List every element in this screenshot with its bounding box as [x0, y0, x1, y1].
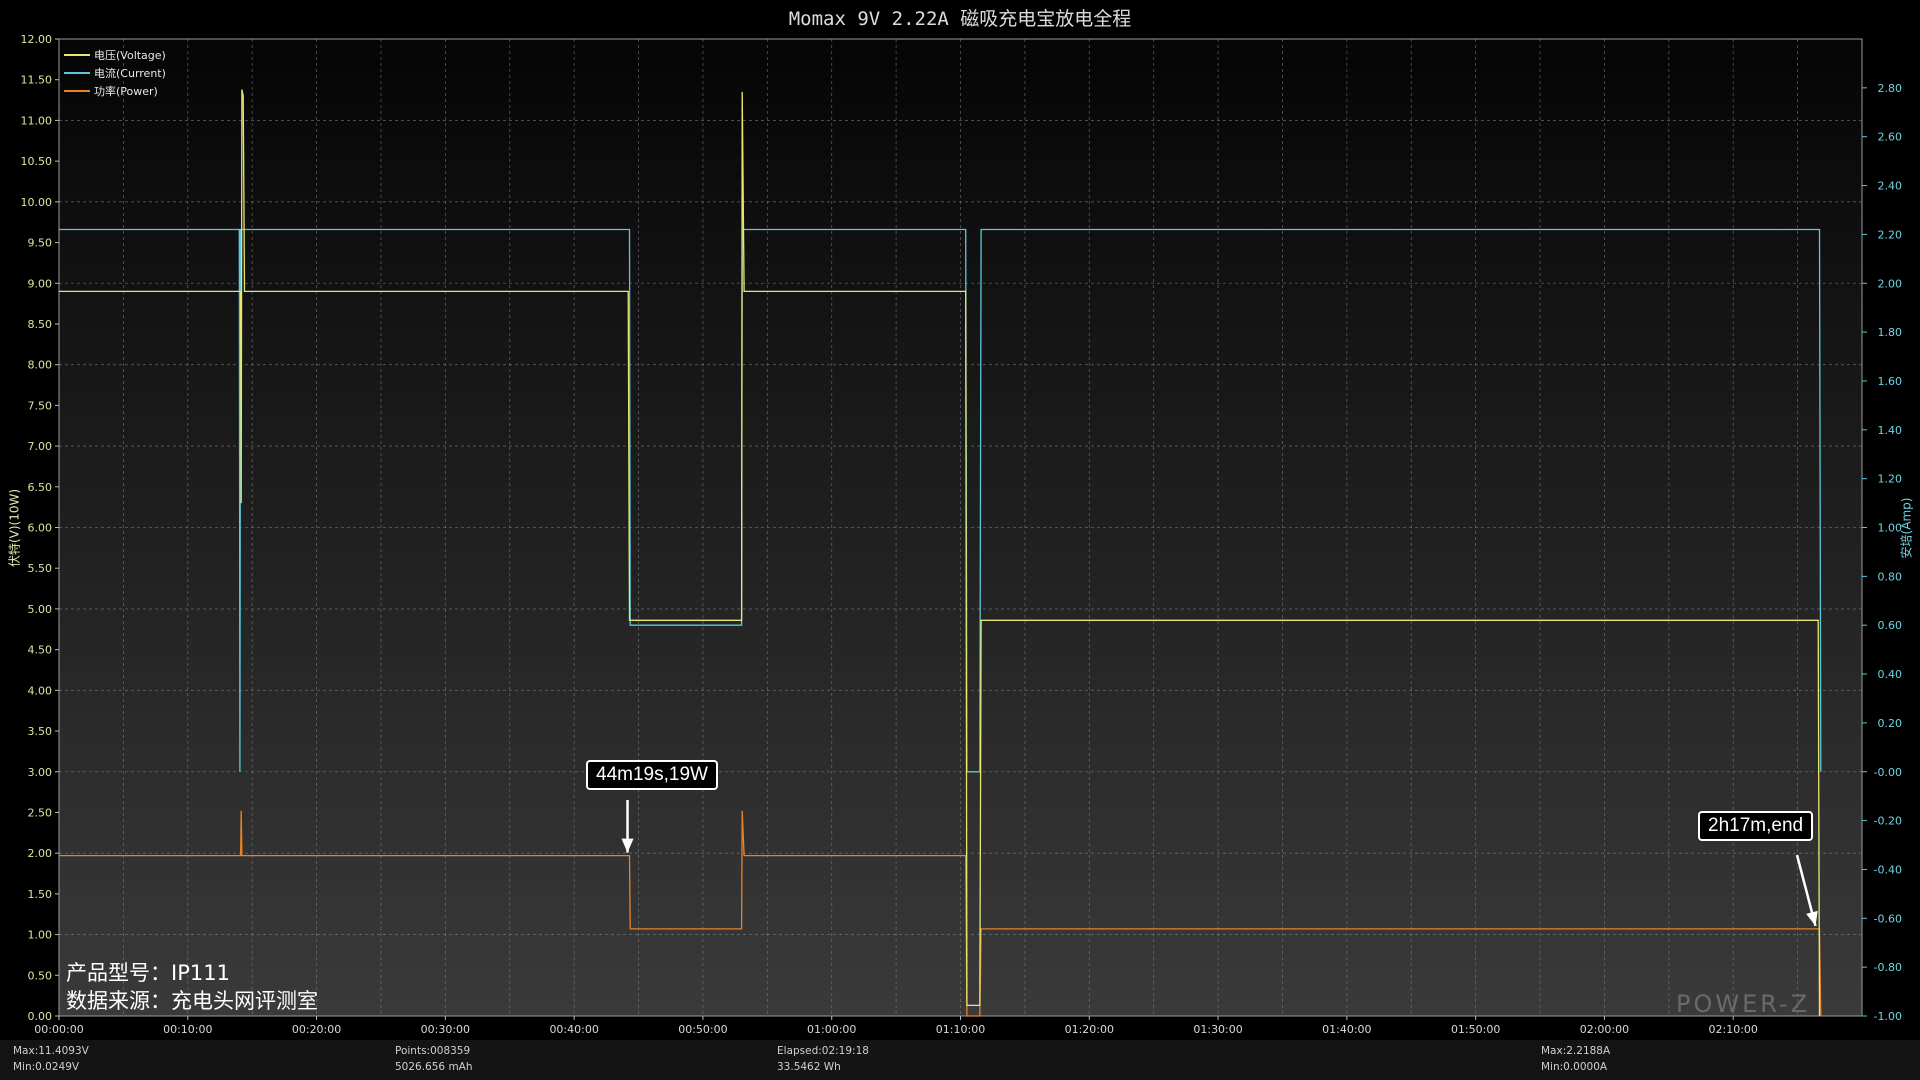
y-right-tick-label: 1.40 — [1878, 424, 1903, 437]
x-tick-label: 02:00:00 — [1580, 1023, 1629, 1036]
stat-elapsed: Elapsed:02:19:18 — [777, 1045, 869, 1057]
y-right-tick-label: 2.80 — [1878, 82, 1903, 95]
stat-points: Points:008359 — [395, 1045, 471, 1057]
power-z-watermark: POWER-Z — [1676, 990, 1811, 1018]
status-bar: Max:11.4093V Min:0.0249V Points:008359 5… — [0, 1040, 1920, 1080]
x-tick-label: 01:10:00 — [936, 1023, 985, 1036]
y-left-tick-label: 1.50 — [28, 888, 53, 901]
y-left-tick-label: 0.00 — [28, 1010, 53, 1023]
y-right-tick-label: -1.00 — [1874, 1010, 1902, 1023]
y-right-tick-label: -0.40 — [1874, 863, 1902, 876]
y-left-tick-label: 7.50 — [28, 399, 53, 412]
y-right-tick-label: 0.20 — [1878, 717, 1903, 730]
x-tick-label: 01:20:00 — [1065, 1023, 1114, 1036]
stat-min-current: Min:0.0000A — [1541, 1061, 1608, 1073]
product-model-text: 产品型号：IP111 — [66, 961, 230, 985]
x-tick-label: 02:10:00 — [1709, 1023, 1758, 1036]
y-left-tick-label: 7.00 — [28, 440, 53, 453]
y-left-tick-label: 1.00 — [28, 929, 53, 942]
chart-title: Momax 9V 2.22A 磁吸充电宝放电全程 — [788, 8, 1132, 30]
legend: 电压(Voltage) 电流(Current) 功率(Power) — [64, 46, 166, 100]
y-right-tick-label: 2.60 — [1878, 131, 1903, 144]
annotation-end: 2h17m,end — [1698, 811, 1814, 841]
y-left-tick-label: 0.50 — [28, 969, 53, 982]
stat-max-voltage: Max:11.4093V — [13, 1045, 89, 1057]
x-tick-label: 00:10:00 — [163, 1023, 212, 1036]
legend-swatch-power — [64, 90, 90, 92]
legend-label-voltage: 电压(Voltage) — [94, 49, 166, 62]
y-left-tick-label: 4.50 — [28, 644, 53, 657]
stat-capacity: 5026.656 mAh — [395, 1061, 473, 1073]
y-left-tick-label: 12.00 — [21, 33, 53, 46]
x-tick-label: 00:50:00 — [678, 1023, 727, 1036]
x-tick-label: 01:40:00 — [1322, 1023, 1371, 1036]
y-left-tick-label: 5.50 — [28, 562, 53, 575]
y-left-tick-label: 2.00 — [28, 847, 53, 860]
y-axis-right-label: 安培(Amp) — [1899, 497, 1914, 559]
y-right-tick-label: 0.60 — [1878, 619, 1903, 632]
y-left-tick-label: 8.00 — [28, 359, 53, 372]
y-right-tick-label: 2.00 — [1878, 277, 1903, 290]
legend-item-power: 功率(Power) — [64, 82, 166, 100]
y-left-tick-label: 9.00 — [28, 277, 53, 290]
data-source-text: 数据来源：充电头网评测室 — [66, 989, 318, 1013]
x-tick-label: 01:50:00 — [1451, 1023, 1500, 1036]
y-left-tick-label: 10.00 — [21, 196, 53, 209]
y-left-tick-label: 4.00 — [28, 684, 53, 697]
x-tick-label: 00:20:00 — [292, 1023, 341, 1036]
y-right-tick-label: -0.20 — [1874, 815, 1902, 828]
x-tick-label: 00:30:00 — [421, 1023, 470, 1036]
y-left-tick-label: 6.00 — [28, 522, 53, 535]
legend-item-voltage: 电压(Voltage) — [64, 46, 166, 64]
y-left-tick-label: 3.50 — [28, 725, 53, 738]
y-left-tick-label: 6.50 — [28, 481, 53, 494]
legend-swatch-current — [64, 72, 90, 74]
y-left-tick-label: 11.50 — [21, 74, 53, 87]
stat-max-current: Max:2.2188A — [1541, 1045, 1611, 1057]
x-tick-label: 00:40:00 — [549, 1023, 598, 1036]
y-left-tick-label: 5.00 — [28, 603, 53, 616]
x-tick-label: 01:30:00 — [1193, 1023, 1242, 1036]
y-left-tick-label: 8.50 — [28, 318, 53, 331]
y-right-tick-label: -0.00 — [1874, 766, 1902, 779]
y-left-tick-label: 2.50 — [28, 806, 53, 819]
y-right-tick-label: 1.60 — [1878, 375, 1903, 388]
y-right-tick-label: 1.80 — [1878, 326, 1903, 339]
y-axis-left-label: 伏特(V)(10W) — [7, 488, 22, 568]
legend-item-current: 电流(Current) — [64, 64, 166, 82]
x-tick-label: 00:00:00 — [34, 1023, 83, 1036]
y-left-tick-label: 10.50 — [21, 155, 53, 168]
stat-min-voltage: Min:0.0249V — [13, 1061, 80, 1073]
y-left-tick-label: 11.00 — [21, 114, 53, 127]
y-right-tick-label: -0.60 — [1874, 912, 1902, 925]
y-left-tick-label: 9.50 — [28, 237, 53, 250]
legend-label-current: 电流(Current) — [94, 67, 166, 80]
y-right-tick-label: -0.80 — [1874, 961, 1902, 974]
y-right-tick-label: 1.20 — [1878, 473, 1903, 486]
x-tick-label: 01:00:00 — [807, 1023, 856, 1036]
y-right-tick-label: 0.40 — [1878, 668, 1903, 681]
stat-energy: 33.5462 Wh — [777, 1061, 841, 1073]
y-left-tick-label: 3.00 — [28, 766, 53, 779]
chart-canvas: 0.00 0.50 1.00 1.50 2.00 2.50 3.00 3.50 4.00 4.50… — [21, 33, 1903, 1036]
annotation-44m19s: 44m19s,19W — [586, 760, 718, 790]
y-right-tick-label: 0.80 — [1878, 570, 1903, 583]
legend-swatch-voltage — [64, 54, 90, 56]
y-right-tick-label: 2.20 — [1878, 228, 1903, 241]
legend-label-power: 功率(Power) — [94, 85, 158, 98]
y-right-tick-label: 2.40 — [1878, 180, 1903, 193]
